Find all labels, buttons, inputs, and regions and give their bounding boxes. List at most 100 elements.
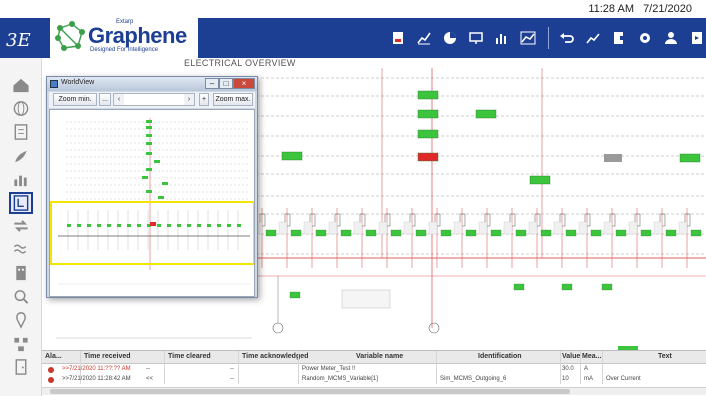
label-block [578, 221, 588, 235]
molecule-icon [55, 21, 85, 51]
trend-icon[interactable] [516, 26, 540, 50]
device-block [77, 224, 81, 227]
label-block [353, 221, 363, 235]
door-icon[interactable] [9, 356, 33, 378]
zoom-min-button[interactable]: Zoom min. [53, 93, 97, 106]
settings-icon[interactable] [633, 26, 657, 50]
device-block [146, 142, 152, 145]
device-block [415, 229, 427, 237]
device-block [142, 176, 148, 179]
bar-chart-icon[interactable] [490, 26, 514, 50]
label-block [453, 221, 463, 235]
logout-icon[interactable] [685, 26, 706, 50]
electrical-icon[interactable] [9, 191, 33, 214]
zoom-plus-button[interactable]: + [199, 93, 209, 106]
worldview-canvas[interactable] [49, 109, 255, 297]
identification: Sim_MCMS_Outgoing_6 [440, 376, 507, 382]
alarm-text: Over Current [606, 376, 641, 382]
hvac-icon[interactable] [9, 239, 33, 261]
device-block [87, 224, 91, 227]
alarm-row[interactable]: >>7/21/2020 11:??:?? AM -- -- Power Mete… [42, 365, 706, 375]
label-block [428, 221, 438, 235]
undo-icon[interactable] [555, 26, 579, 50]
device-block [417, 152, 439, 162]
brand-tagline: Designed For Intelligence [90, 47, 159, 53]
3e-logo-mark[interactable]: 3E [6, 30, 31, 51]
search-icon[interactable] [9, 286, 33, 308]
slider-right-icon[interactable]: › [184, 94, 194, 105]
device-block [146, 120, 152, 123]
variable-name: Random_MCMS_Variable[1] [302, 376, 378, 382]
building-icon[interactable] [9, 262, 33, 284]
device-block [529, 175, 551, 185]
zoom-max-button[interactable]: Zoom max. [213, 93, 253, 106]
worldview-minimap[interactable] [50, 110, 255, 297]
label-block [653, 221, 663, 235]
column-header[interactable]: Text [658, 353, 672, 360]
device-block [565, 229, 577, 237]
column-header[interactable]: Time received [84, 353, 131, 360]
user-icon[interactable] [659, 26, 683, 50]
location-icon[interactable] [9, 309, 33, 331]
globe-icon[interactable] [9, 98, 33, 120]
device-block [146, 126, 152, 129]
time-received: >>7/21/2020 11:??:?? AM [62, 366, 131, 372]
pie-chart-icon[interactable] [438, 26, 462, 50]
brand-name: Graphene [88, 23, 187, 48]
time-acknowledged: -- [230, 366, 234, 372]
more-button[interactable]: ... [99, 93, 111, 106]
export-icon[interactable] [607, 26, 631, 50]
monitor-icon[interactable] [464, 26, 488, 50]
maximize-button[interactable]: □ [219, 78, 233, 89]
device-block [417, 90, 439, 100]
home-icon[interactable] [9, 74, 33, 96]
horizontal-scrollbar[interactable] [42, 387, 706, 395]
area-chart-icon[interactable] [581, 26, 605, 50]
network-icon[interactable] [9, 333, 33, 355]
device-block [146, 168, 152, 171]
device-block [107, 224, 111, 227]
device-block [417, 109, 439, 119]
close-button[interactable]: × [233, 78, 255, 89]
time-received: >>7/21/2020 11:28:42 AM [62, 376, 131, 382]
column-header[interactable]: Identification [478, 353, 522, 360]
worldview-titlebar[interactable]: WorldView – □ × [47, 77, 257, 91]
viewport-frame [50, 201, 254, 265]
bar-icon[interactable] [9, 168, 33, 190]
column-header[interactable]: Mea... [582, 353, 601, 360]
window-app-icon [50, 80, 58, 88]
scrollbar-thumb[interactable] [50, 389, 570, 394]
column-header[interactable]: Time cleared [168, 353, 211, 360]
device-block [604, 154, 622, 162]
report-icon[interactable] [386, 26, 410, 50]
device-block [440, 229, 452, 237]
measure: A [584, 366, 589, 372]
alarm-table-header: Ala... Time received Time cleared Time a… [42, 351, 706, 364]
line-chart-icon[interactable] [412, 26, 436, 50]
label-block [528, 221, 538, 235]
device-block [665, 229, 677, 237]
worldview-window[interactable]: WorldView – □ × Zoom min. ... ‹ › + Zoom… [46, 76, 258, 298]
column-header[interactable]: Value [562, 353, 580, 360]
device-block [237, 224, 241, 227]
brand-logo: Extarp Graphene Designed For Intelligenc… [50, 18, 198, 58]
plant-icon[interactable] [9, 145, 33, 167]
minimize-button[interactable]: – [205, 78, 219, 89]
slider-left-icon[interactable]: ‹ [114, 94, 124, 105]
label-block [328, 221, 338, 235]
value: 30.0 [562, 366, 574, 372]
list-icon[interactable] [9, 121, 33, 143]
transfer-icon[interactable] [9, 215, 33, 237]
column-header[interactable]: Ala... [45, 353, 62, 360]
device-block [465, 229, 477, 237]
device-block [162, 182, 168, 185]
time-cleared: -- [146, 366, 150, 372]
alarm-row[interactable]: >>7/21/2020 11:28:42 AM << -- Random_MCM… [42, 375, 706, 385]
device-block [137, 224, 141, 227]
zoom-slider[interactable]: ‹ › [113, 93, 195, 106]
status-strip: 11:28 AM 7/21/2020 [0, 0, 706, 18]
device-block [150, 222, 156, 226]
column-header[interactable]: Variable name [356, 353, 403, 360]
device-block [475, 109, 497, 119]
device-block [690, 229, 702, 237]
